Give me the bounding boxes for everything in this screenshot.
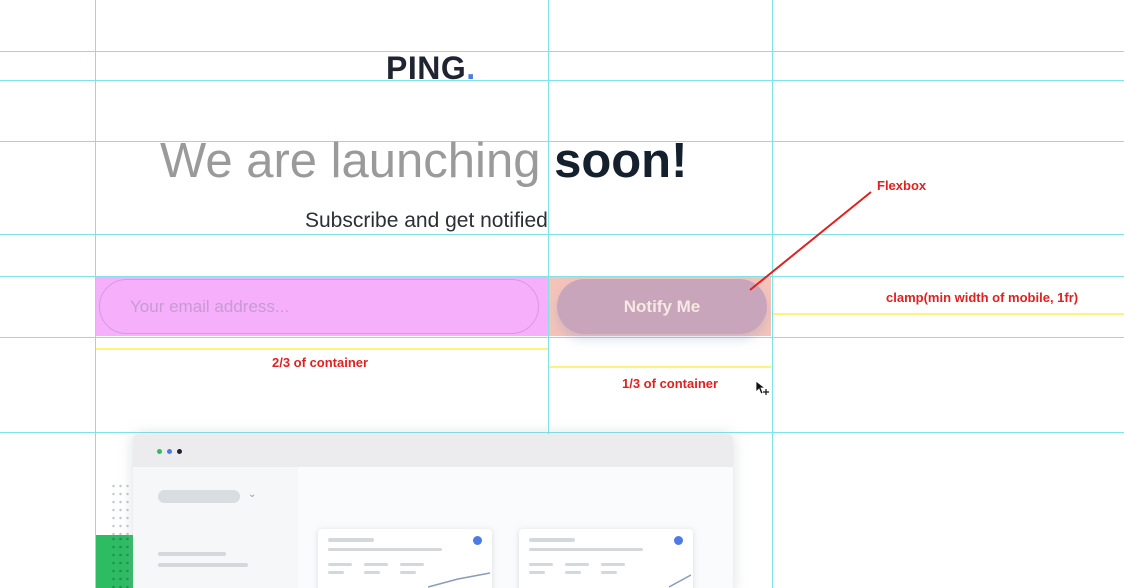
window-dot-icon xyxy=(167,449,172,454)
check-circle-icon xyxy=(674,536,683,545)
card-title-line xyxy=(529,538,575,542)
card-line xyxy=(601,571,617,574)
card-line xyxy=(529,563,553,566)
card-line xyxy=(565,571,581,574)
annotation-flexbox: Flexbox xyxy=(877,178,927,193)
window-titlebar xyxy=(133,434,733,467)
card-line xyxy=(529,548,643,551)
chevron-down-icon: ⌄ xyxy=(248,489,257,500)
card-line xyxy=(400,563,424,566)
card-line xyxy=(529,571,545,574)
window-dot-icon xyxy=(177,449,182,454)
check-circle-icon xyxy=(473,536,482,545)
card-trend-line xyxy=(669,574,692,588)
sidebar-pill xyxy=(158,490,240,503)
dashboard-card xyxy=(318,529,492,588)
card-line xyxy=(364,563,388,566)
card-line xyxy=(364,571,380,574)
card-title-line xyxy=(328,538,374,542)
dashboard-sidebar: ⌄ xyxy=(133,467,298,588)
annotation-one-third: 1/3 of container xyxy=(622,376,719,391)
sidebar-line xyxy=(158,563,248,567)
annotation-two-thirds: 2/3 of container xyxy=(272,355,369,370)
card-line xyxy=(601,563,625,566)
green-dots-pattern xyxy=(110,535,134,588)
window-dot-icon xyxy=(157,449,162,454)
dashboard-card xyxy=(519,529,693,588)
card-line xyxy=(328,563,352,566)
card-line xyxy=(328,571,344,574)
annotation-clamp: clamp(min width of mobile, 1fr) xyxy=(886,290,1079,305)
card-trend-line xyxy=(428,572,491,588)
card-line xyxy=(565,563,589,566)
sidebar-line xyxy=(158,552,226,556)
card-line xyxy=(400,571,416,574)
card-line xyxy=(328,548,442,551)
move-cursor-icon xyxy=(755,380,771,401)
design-canvas: PING. We are launching soon! Subscribe a… xyxy=(0,0,1124,588)
dashboard-illustration: ⌄ xyxy=(133,434,733,588)
